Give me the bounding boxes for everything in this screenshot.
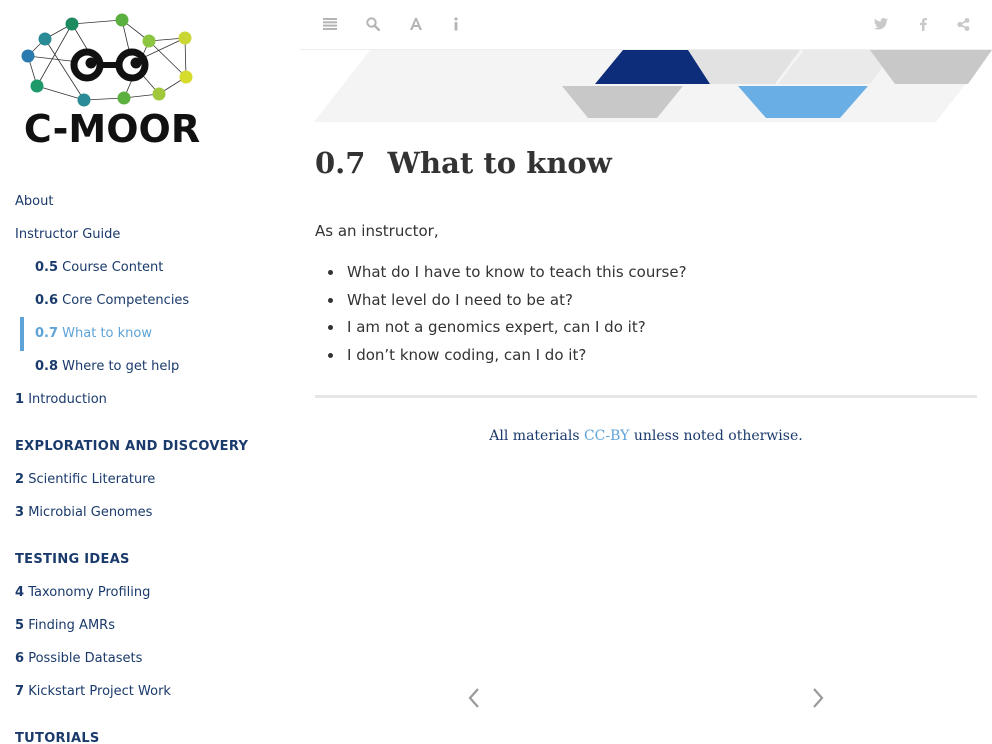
sidebar-item-kickstart-project-work[interactable]: 7 Kickstart Project Work: [15, 682, 171, 702]
sidebar-item-label: Where to get help: [62, 359, 180, 374]
active-item-indicator: [20, 317, 24, 351]
cc-by-link[interactable]: CC-BY: [584, 428, 629, 444]
info-button[interactable]: [446, 14, 466, 34]
search-icon: [366, 17, 380, 31]
sidebar-item-label: Core Competencies: [62, 293, 190, 308]
sidebar-item-label: Taxonomy Profiling: [28, 585, 151, 600]
sidebar-section-heading: TUTORIALS: [15, 731, 100, 744]
sidebar-item-number: 1: [15, 392, 25, 407]
sidebar-item-label: Finding AMRs: [28, 618, 115, 633]
license-prefix: All materials: [489, 428, 580, 444]
sidebar-item-label: What to know: [62, 326, 152, 341]
chevron-left-icon: [468, 688, 479, 708]
facebook-icon: [919, 17, 927, 31]
license-suffix: unless noted otherwise.: [633, 428, 803, 444]
toggle-sidebar-button[interactable]: [320, 14, 340, 34]
sidebar-item-label: Instructor Guide: [15, 227, 121, 242]
sidebar-item-number: 7: [15, 684, 25, 699]
share-button[interactable]: [953, 14, 973, 34]
twitter-share-button[interactable]: [871, 14, 891, 34]
sidebar-item-number: 0.5: [35, 260, 59, 275]
list-item: I am not a genomics expert, can I do it?: [315, 317, 687, 345]
license-note: All materials CC-BY unless noted otherwi…: [315, 428, 977, 444]
sidebar-section-heading: EXPLORATION AND DISCOVERY: [15, 439, 249, 454]
list-icon: [323, 18, 337, 30]
c-moor-logo[interactable]: C-MOOR: [14, 8, 210, 152]
sidebar-item-taxonomy-profiling[interactable]: 4 Taxonomy Profiling: [15, 583, 150, 603]
next-page-button[interactable]: [808, 684, 828, 712]
question-list: What do I have to know to teach this cou…: [315, 262, 687, 372]
sidebar-item-core-competencies[interactable]: 0.6 Core Competencies: [35, 291, 189, 311]
previous-page-button[interactable]: [464, 684, 484, 712]
sidebar-item-about[interactable]: About: [15, 192, 53, 212]
header-banner-graphic: [314, 50, 992, 122]
svg-text:C-MOOR: C-MOOR: [24, 107, 200, 151]
sidebar-item-number: 0.8: [35, 359, 59, 374]
sidebar-item-label: Introduction: [28, 392, 107, 407]
list-item: I don’t know coding, can I do it?: [315, 345, 687, 373]
sidebar-item-introduction[interactable]: 1 Introduction: [15, 390, 107, 410]
sidebar-item-label: Kickstart Project Work: [28, 684, 171, 699]
title-text: What to know: [387, 146, 612, 180]
twitter-icon: [874, 18, 888, 30]
sidebar-item-number: 6: [15, 651, 25, 666]
chevron-right-icon: [813, 688, 824, 708]
intro-paragraph: As an instructor,: [315, 222, 439, 240]
sidebar-item-where-to-get-help[interactable]: 0.8 Where to get help: [35, 357, 179, 377]
sidebar-item-label: Possible Datasets: [28, 651, 143, 666]
book-toolbar: [300, 0, 992, 50]
sidebar-item-number: 0.7: [35, 326, 59, 341]
sidebar-item-what-to-know[interactable]: 0.7 What to know: [35, 324, 152, 344]
font-icon: [410, 18, 422, 30]
sidebar-item-instructor-guide[interactable]: Instructor Guide: [15, 225, 120, 245]
sidebar-section-heading: TESTING IDEAS: [15, 552, 130, 567]
sidebar-item-number: 0.6: [35, 293, 59, 308]
sidebar-item-finding-amrs[interactable]: 5 Finding AMRs: [15, 616, 115, 636]
sidebar-item-label: Microbial Genomes: [28, 505, 153, 520]
list-item: What level do I need to be at?: [315, 290, 687, 318]
info-icon: [454, 17, 458, 31]
sidebar-item-number: 2: [15, 472, 25, 487]
sidebar-item-course-content[interactable]: 0.5 Course Content: [35, 258, 163, 278]
sidebar-item-label: About: [15, 194, 54, 209]
section-number: 0.7: [315, 146, 366, 180]
facebook-share-button[interactable]: [913, 14, 933, 34]
sidebar-item-possible-datasets[interactable]: 6 Possible Datasets: [15, 649, 142, 669]
sidebar: C-MOOR About Instructor Guide 0.5 Course…: [0, 0, 300, 744]
sidebar-item-number: 3: [15, 505, 25, 520]
sidebar-item-number: 5: [15, 618, 25, 633]
list-item: What do I have to know to teach this cou…: [315, 262, 687, 290]
page-title: 0.7 What to know: [315, 146, 612, 180]
font-settings-button[interactable]: [406, 14, 426, 34]
sidebar-item-scientific-literature[interactable]: 2 Scientific Literature: [15, 470, 155, 490]
sidebar-item-microbial-genomes[interactable]: 3 Microbial Genomes: [15, 503, 152, 523]
sidebar-item-number: 4: [15, 585, 25, 600]
share-icon: [956, 17, 969, 31]
sidebar-item-label: Scientific Literature: [28, 472, 156, 487]
content-divider: [315, 395, 977, 398]
sidebar-item-label: Course Content: [62, 260, 164, 275]
search-button[interactable]: [363, 14, 383, 34]
